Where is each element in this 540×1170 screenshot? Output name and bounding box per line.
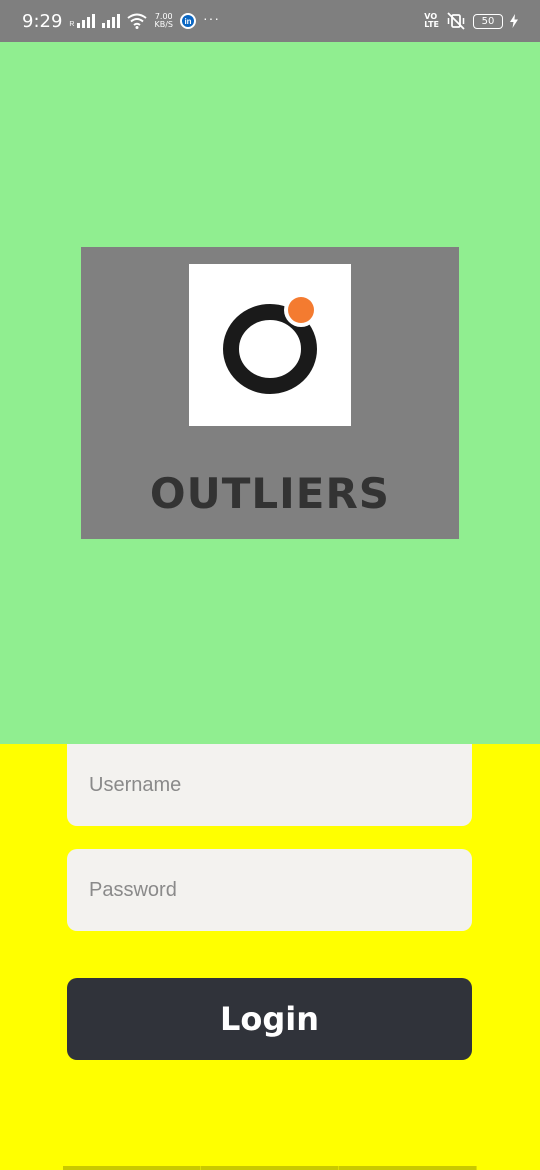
status-bar-left: 9:29 R 7.00 KB/S in ···: [22, 10, 220, 32]
network-speed: 7.00 KB/S: [154, 13, 173, 29]
status-bar-right: VO LTE 50: [424, 12, 518, 30]
password-input[interactable]: [67, 849, 472, 931]
battery-icon: 50: [473, 13, 503, 29]
linkedin-notification-icon: in: [180, 13, 196, 29]
wifi-icon: [127, 13, 148, 29]
clock: 9:29: [22, 10, 63, 32]
volte-icon: VO LTE: [424, 13, 439, 29]
username-input[interactable]: [67, 744, 472, 826]
charging-icon: [510, 14, 518, 28]
signal-sim1-icon: R: [69, 14, 96, 28]
speed-unit: KB/S: [154, 20, 173, 29]
bottom-edge-strip: [63, 1166, 477, 1170]
app-logo: [189, 264, 351, 426]
logo-card: OUTLIERS: [81, 247, 459, 539]
volte-bottom: LTE: [424, 20, 439, 29]
roaming-label: R: [69, 21, 75, 28]
hero-section: OUTLIERS: [0, 42, 540, 744]
vibrate-mute-icon: [447, 12, 465, 30]
brand-name: OUTLIERS: [149, 469, 391, 518]
login-button[interactable]: Login: [67, 978, 472, 1060]
signal-sim2-icon: [102, 14, 121, 28]
more-notifications-icon: ···: [203, 10, 220, 26]
status-bar: 9:29 R 7.00 KB/S in ··· VO LTE 50: [0, 0, 540, 42]
outliers-logo-icon: [223, 293, 318, 394]
